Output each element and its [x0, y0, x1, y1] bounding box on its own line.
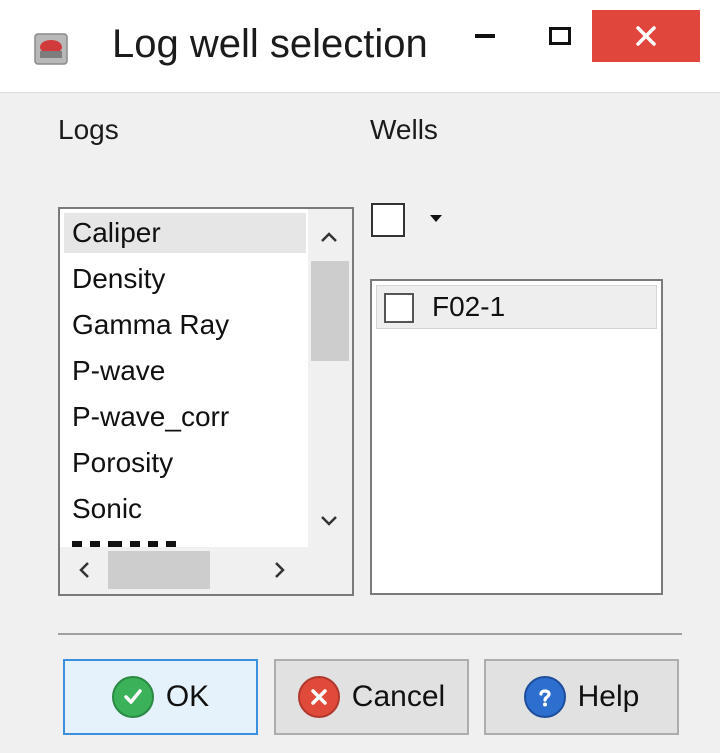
log-item-clipped — [72, 539, 192, 547]
scroll-left-icon[interactable] — [78, 561, 90, 579]
close-icon — [636, 26, 656, 46]
log-item-density[interactable]: Density — [72, 263, 165, 295]
logs-horizontal-scrollbar[interactable] — [60, 547, 352, 594]
well-item-checkbox[interactable] — [384, 293, 414, 323]
wells-label: Wells — [370, 114, 438, 145]
cancel-label: Cancel — [351, 680, 446, 713]
log-item-gamma-ray[interactable]: Gamma Ray — [72, 309, 229, 341]
window-title: Log well selection — [112, 22, 428, 66]
separator-line — [58, 633, 682, 635]
check-icon — [111, 676, 154, 718]
close-button[interactable] — [592, 10, 700, 62]
log-item-p-wave[interactable]: P-wave — [72, 355, 165, 387]
minimize-icon — [475, 34, 495, 38]
maximize-button[interactable] — [528, 12, 592, 60]
dialog-window: Log well selection Logs Wells Caliper De… — [0, 0, 720, 753]
minimize-button[interactable] — [458, 12, 512, 60]
wells-select-all-checkbox[interactable] — [371, 203, 405, 237]
scroll-up-icon[interactable] — [320, 231, 338, 243]
wells-list[interactable]: F02-1 — [370, 279, 663, 595]
question-icon — [523, 676, 566, 718]
scroll-down-icon[interactable] — [320, 515, 338, 527]
logs-hscroll-thumb[interactable] — [108, 551, 210, 589]
log-item-p-wave-corr[interactable]: P-wave_corr — [72, 401, 229, 433]
ok-label: OK — [165, 680, 210, 713]
log-item-porosity[interactable]: Porosity — [72, 447, 173, 479]
well-item-row[interactable] — [376, 285, 657, 329]
title-bar[interactable]: Log well selection — [0, 0, 720, 93]
scroll-right-icon[interactable] — [274, 561, 286, 579]
ok-button[interactable]: OK — [63, 659, 258, 735]
logs-vscroll-thumb[interactable] — [311, 261, 349, 361]
logs-vertical-scrollbar[interactable] — [308, 209, 352, 547]
log-item-caliper[interactable]: Caliper — [72, 217, 161, 249]
logs-label: Logs — [58, 114, 119, 145]
cancel-x-icon — [297, 676, 340, 718]
wells-menu-dropdown-icon[interactable] — [429, 214, 443, 224]
logs-list[interactable]: Caliper Density Gamma Ray P-wave P-wave_… — [58, 207, 354, 596]
log-item-sonic[interactable]: Sonic — [72, 493, 142, 525]
app-icon — [34, 33, 68, 65]
maximize-icon — [549, 27, 571, 45]
help-label: Help — [577, 680, 640, 713]
well-item-label[interactable]: F02-1 — [432, 291, 505, 323]
help-button[interactable]: Help — [484, 659, 679, 735]
cancel-button[interactable]: Cancel — [274, 659, 469, 735]
